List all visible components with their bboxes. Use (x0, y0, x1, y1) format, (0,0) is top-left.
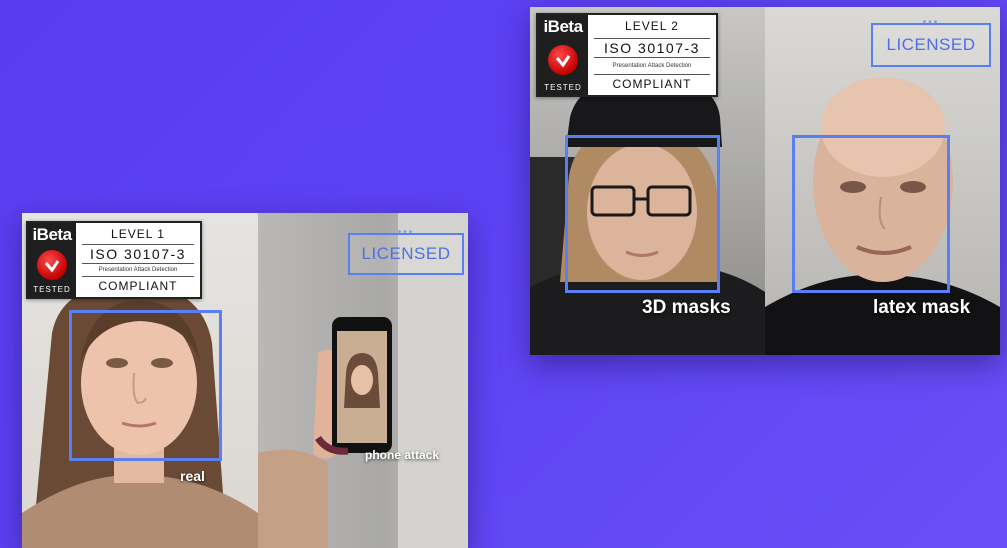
liveness-demo-level-1: iBeta TESTED LEVEL 1 ISO 30107-3 Present… (22, 213, 468, 548)
iso-standard: ISO 30107-3 (82, 244, 194, 264)
licensed-label: LICENSED (886, 35, 976, 54)
pad-subtitle: Presentation Attack Detection (612, 63, 692, 69)
face-detection-box-3d-mask (565, 135, 720, 293)
level-label: LEVEL 2 (625, 19, 679, 33)
face-detection-box-latex-mask (792, 135, 950, 293)
level-label: LEVEL 1 (111, 227, 165, 241)
ibeta-brand: iBeta (543, 17, 583, 36)
caption-phone-attack: phone attack (365, 448, 440, 462)
compliant-label: COMPLIANT (82, 276, 194, 293)
licensed-label: LICENSED (361, 244, 451, 263)
caption-3d-masks: 3D masks (642, 297, 731, 318)
ibeta-logo: iBeta TESTED (538, 15, 588, 95)
tested-label: TESTED (33, 285, 71, 294)
iso-standard: ISO 30107-3 (594, 38, 710, 58)
ibeta-badge-level-1: iBeta TESTED LEVEL 1 ISO 30107-3 Present… (26, 221, 202, 299)
tested-label: TESTED (544, 83, 582, 92)
caption-real: real (180, 468, 205, 484)
ibeta-logo: iBeta TESTED (28, 223, 76, 297)
dots-icon: ••• (922, 17, 940, 28)
checkmark-icon (37, 249, 67, 280)
licensed-tag: ••• LICENSED (871, 17, 991, 67)
licensed-tag: ••• LICENSED (348, 227, 464, 275)
checkmark-icon (548, 44, 578, 75)
ibeta-brand: iBeta (32, 225, 72, 244)
pad-subtitle: Presentation Attack Detection (98, 267, 178, 273)
caption-latex-mask: latex mask (873, 297, 971, 318)
compliant-label: COMPLIANT (594, 74, 710, 91)
liveness-demo-level-2: iBeta TESTED LEVEL 2 ISO 30107-3 Present… (530, 7, 1000, 355)
dots-icon: ••• (397, 227, 415, 238)
ibeta-badge-level-2: iBeta TESTED LEVEL 2 ISO 30107-3 Present… (536, 13, 718, 97)
face-detection-box-real (69, 310, 222, 461)
